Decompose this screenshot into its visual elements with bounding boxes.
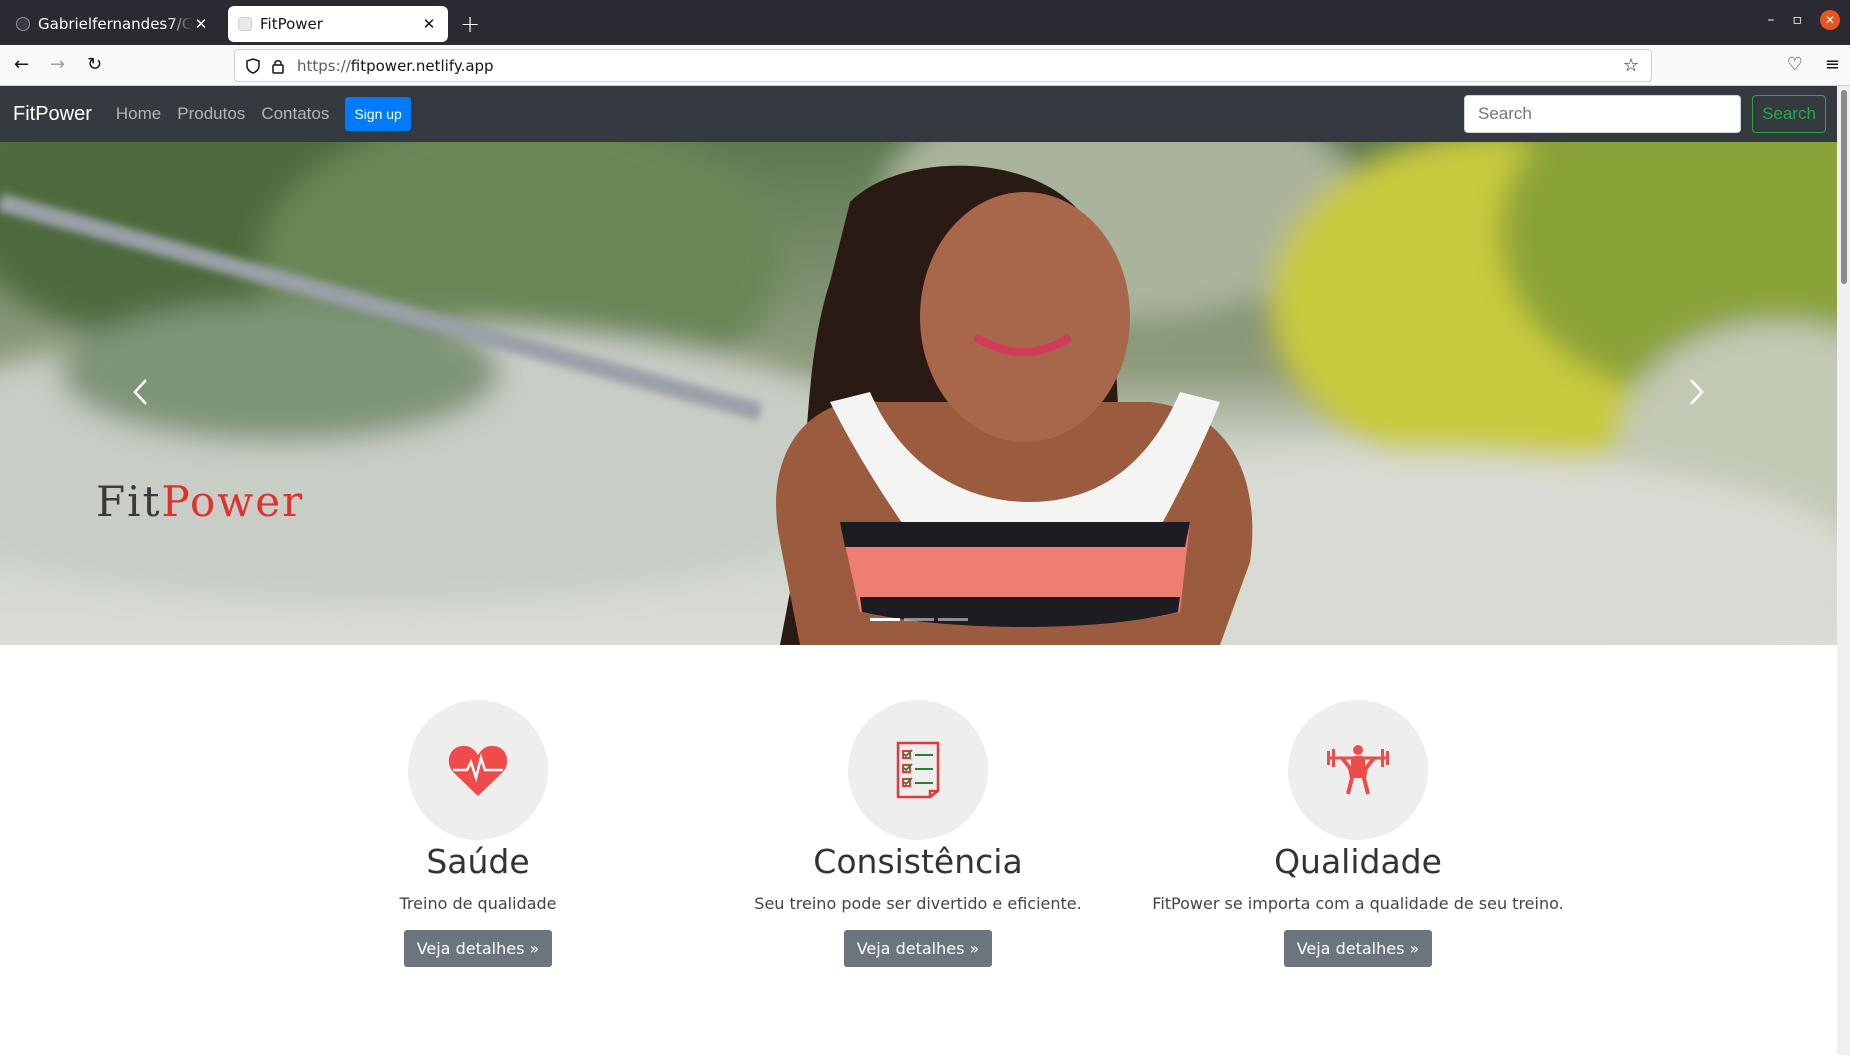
feature-consistencia: Consistência Seu treino pode ser diverti… <box>688 700 1148 967</box>
close-tab-icon[interactable]: ✕ <box>420 15 438 33</box>
nav-link-home[interactable]: Home <box>116 104 161 124</box>
feature-text: FitPower se importa com a qualidade de s… <box>1152 894 1564 913</box>
web-page: FitPower Home Produtos Contatos Sign up … <box>0 86 1837 1055</box>
feature-title: Qualidade <box>1274 842 1442 881</box>
search-button[interactable]: Search <box>1752 95 1826 133</box>
pocket-icon[interactable]: ♡ <box>1787 54 1803 75</box>
carousel-indicators <box>869 618 968 621</box>
hero-carousel: FitPower <box>0 142 1837 645</box>
signup-button[interactable]: Sign up <box>345 97 411 131</box>
carousel-indicator-1[interactable] <box>869 618 900 621</box>
window-controls: – ▫ ✕ <box>1768 10 1840 30</box>
browser-tab-fitpower[interactable]: FitPower ✕ <box>228 6 448 42</box>
checklist-icon <box>896 741 940 799</box>
nav-link-produtos[interactable]: Produtos <box>177 104 245 124</box>
feature-text: Seu treino pode ser divertido e eficient… <box>754 894 1082 913</box>
feature-title: Consistência <box>813 842 1023 881</box>
menu-hamburger-icon[interactable]: ≡ <box>1825 54 1840 75</box>
carousel-indicator-3[interactable] <box>937 618 968 621</box>
search-input[interactable] <box>1464 95 1741 133</box>
feature-qualidade: Qualidade FitPower se importa com a qual… <box>1128 700 1588 967</box>
github-favicon-icon <box>16 17 30 31</box>
tab-title: FitPower <box>260 15 323 33</box>
back-arrow-icon[interactable]: ← <box>14 54 29 75</box>
bookmark-star-icon[interactable]: ☆ <box>1623 55 1639 76</box>
reload-icon[interactable]: ↻ <box>87 54 102 75</box>
heart-pulse-icon <box>448 745 508 796</box>
weightlifter-icon <box>1327 745 1389 795</box>
feature-text: Treino de qualidade <box>399 894 557 913</box>
page-scrollbar[interactable] <box>1837 86 1850 1055</box>
restore-icon[interactable]: ▫ <box>1793 12 1803 28</box>
feature-icon-circle <box>1288 700 1428 840</box>
carousel-next-button[interactable] <box>1652 322 1742 462</box>
feature-icon-circle <box>408 700 548 840</box>
hero-slide-image <box>0 142 1837 645</box>
veja-detalhes-button[interactable]: Veja detalhes » <box>403 930 553 967</box>
site-navbar: FitPower Home Produtos Contatos Sign up … <box>0 86 1837 142</box>
scrollbar-thumb[interactable] <box>1841 90 1847 284</box>
features-section: Saúde Treino de qualidade Veja detalhes … <box>0 645 1837 1055</box>
new-tab-icon[interactable]: + <box>460 10 480 38</box>
forward-arrow-icon[interactable]: → <box>50 54 65 75</box>
feature-saude: Saúde Treino de qualidade Veja detalhes … <box>248 700 708 967</box>
minimize-icon[interactable]: – <box>1768 12 1775 28</box>
veja-detalhes-button[interactable]: Veja detalhes » <box>1283 930 1433 967</box>
veja-detalhes-button[interactable]: Veja detalhes » <box>843 930 993 967</box>
feature-title: Saúde <box>426 842 530 881</box>
close-tab-icon[interactable]: ✕ <box>192 15 210 33</box>
tab-title: Gabrielfernandes7/Gabrie <box>38 15 192 33</box>
page-favicon-icon <box>238 17 252 31</box>
address-bar[interactable]: https://fitpower.netlify.app ☆ <box>234 49 1652 82</box>
chevron-right-icon <box>1690 379 1704 405</box>
lock-icon[interactable] <box>271 58 285 74</box>
close-window-icon[interactable]: ✕ <box>1820 10 1840 30</box>
carousel-prev-button[interactable] <box>95 322 185 462</box>
browser-tab-github[interactable]: Gabrielfernandes7/Gabrie ✕ <box>6 8 220 40</box>
feature-icon-circle <box>848 700 988 840</box>
tracking-shield-icon[interactable] <box>245 57 261 74</box>
url-text: https://fitpower.netlify.app <box>297 56 494 75</box>
browser-toolbar: ← → ↻ https://fitpower.netlify.app ☆ ♡ ≡ <box>0 45 1850 86</box>
fitpower-logo-overlay: FitPower <box>96 477 305 526</box>
carousel-indicator-2[interactable] <box>903 618 934 621</box>
chevron-left-icon <box>133 379 147 405</box>
nav-link-contatos[interactable]: Contatos <box>261 104 329 124</box>
browser-tab-bar: Gabrielfernandes7/Gabrie ✕ FitPower ✕ + … <box>0 0 1850 45</box>
site-brand[interactable]: FitPower <box>13 103 92 126</box>
